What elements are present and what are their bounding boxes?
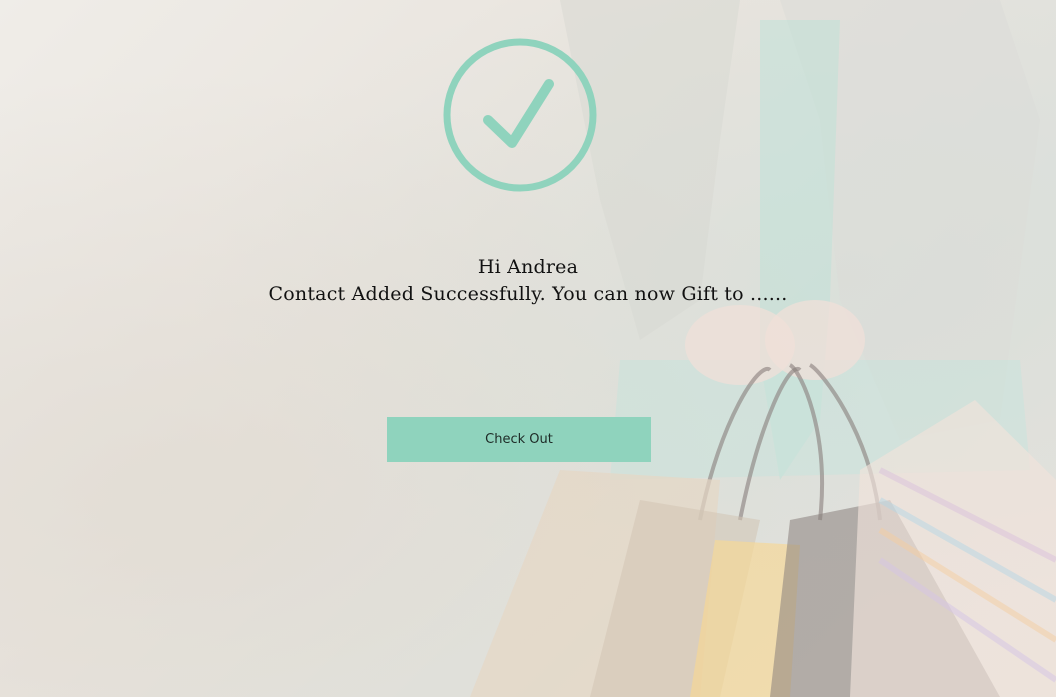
success-dialog: Hi Andrea Contact Added Successfully. Yo… bbox=[0, 0, 1056, 697]
success-message: Contact Added Successfully. You can now … bbox=[268, 283, 788, 305]
check-circle-icon bbox=[443, 38, 597, 192]
check-out-button[interactable]: Check Out bbox=[387, 417, 651, 462]
greeting-text: Hi Andrea bbox=[477, 256, 579, 278]
